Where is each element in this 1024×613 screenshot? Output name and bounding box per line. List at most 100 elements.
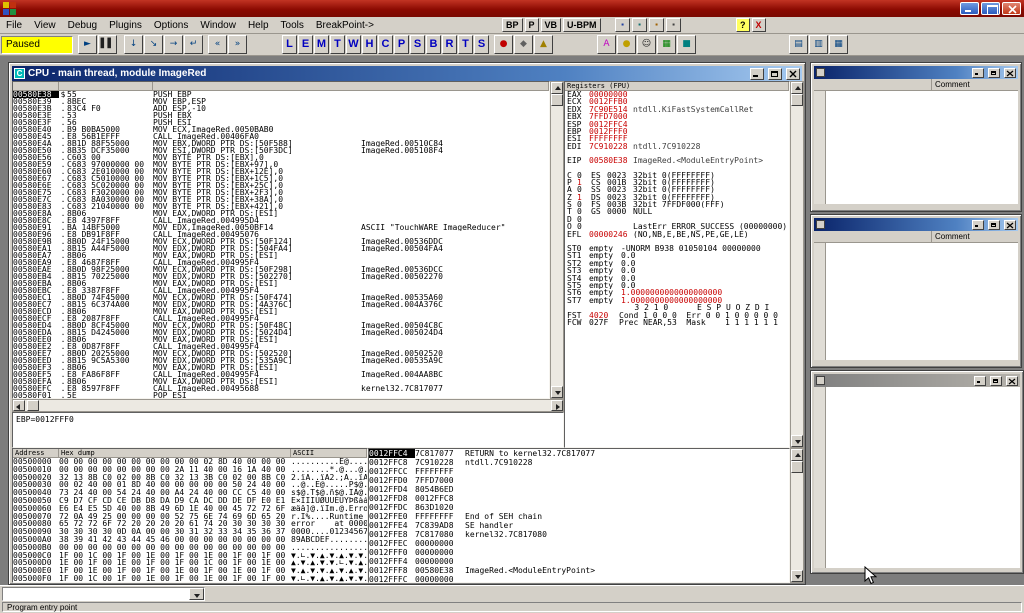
flag-row[interactable]: D0 bbox=[565, 216, 789, 223]
fpu-register-row[interactable]: ST5empty0.0 bbox=[565, 282, 789, 289]
dump-row[interactable]: 005000D01E 00 1F 00 1E 00 1F 00 1F 00 1C… bbox=[13, 559, 367, 567]
breakpoint-toolbar-button[interactable]: VB bbox=[541, 18, 562, 32]
view-letter-button[interactable]: C bbox=[378, 35, 393, 54]
stack-row[interactable]: 0012FFD48054B6ED bbox=[369, 485, 789, 494]
side3-maximize-button[interactable] bbox=[990, 376, 1002, 386]
flag-row[interactable]: C0ES002332bit 0(FFFFFFFF) bbox=[565, 172, 789, 179]
side2-scrollbar[interactable] bbox=[814, 243, 826, 360]
register-row[interactable]: EDI7C910228ntdll.7C910228 bbox=[565, 143, 789, 150]
register-row[interactable]: ESP0012FFC4 bbox=[565, 121, 789, 128]
scroll-thumb[interactable] bbox=[791, 461, 803, 473]
dump-row[interactable]: 00500060E6 E4 E5 5D 40 00 8B 49 6D 1E 40… bbox=[13, 505, 367, 513]
menu-item[interactable]: View bbox=[28, 18, 62, 33]
dump-row[interactable]: 005000E01F 00 1E 00 1F 00 1F 00 1E 00 1F… bbox=[13, 567, 367, 575]
side-window-1-titlebar[interactable] bbox=[814, 66, 1018, 79]
register-row[interactable]: EAX00000000 bbox=[565, 91, 789, 98]
menu-item[interactable]: Plugins bbox=[103, 18, 148, 33]
menu-item[interactable]: Tools bbox=[275, 18, 310, 33]
register-row[interactable]: EBP0012FFF0 bbox=[565, 128, 789, 135]
disasm-row[interactable]: 00580E40.B9 B0BA5000MOV ECX,ImageRed.005… bbox=[13, 126, 549, 133]
registers-vscrollbar[interactable] bbox=[790, 81, 804, 448]
menu-item[interactable]: BreakPoint-> bbox=[310, 18, 380, 33]
dump-row[interactable]: 005000A038 39 41 42 43 44 45 46 00 00 00… bbox=[13, 536, 367, 544]
disasm-row[interactable]: 00580ECD.8B06MOV EAX,DWORD PTR DS:[ESI] bbox=[13, 308, 549, 315]
view-letter-button[interactable]: B bbox=[426, 35, 441, 54]
animate-over-icon[interactable]: ↵ bbox=[184, 35, 203, 54]
disasm-row[interactable]: 00580E6E.C683 5C020000 00MOV BYTE PTR DS… bbox=[13, 182, 549, 189]
menu-item[interactable]: File bbox=[0, 18, 28, 33]
disasm-row[interactable]: 00580EC1.8B0D 74F45000MOV ECX,DWORD PTR … bbox=[13, 294, 549, 301]
view-letter-button[interactable]: R bbox=[442, 35, 457, 54]
stack-row[interactable]: 0012FFC47C817077RETURN to kernel32.7C817… bbox=[369, 449, 789, 458]
scroll-right-button[interactable] bbox=[551, 400, 563, 411]
disasm-row[interactable]: 00580E38$55PUSH EBP bbox=[13, 91, 549, 98]
disasm-row[interactable]: 00580ECF.E8 2087F8FFCALL ImageRed.004995… bbox=[13, 315, 549, 322]
scroll-thumb[interactable] bbox=[551, 94, 563, 106]
flag-row[interactable]: Z1DS002332bit 0(FFFFFFFF) bbox=[565, 194, 789, 201]
animate-into-icon[interactable]: → bbox=[164, 35, 183, 54]
disasm-row[interactable]: 00580EA1.8B15 A44F5000MOV EDX,DWORD PTR … bbox=[13, 245, 549, 252]
view-letter-button[interactable]: S bbox=[474, 35, 489, 54]
command-input[interactable] bbox=[3, 588, 189, 600]
side-window-2-titlebar[interactable] bbox=[814, 218, 1018, 231]
breakpoint-icon[interactable]: ● bbox=[494, 35, 513, 54]
smiley-icon[interactable]: ☺ bbox=[637, 35, 656, 54]
disasm-row[interactable]: 00580EF5.E8 FA86F8FFCALL ImageRed.004995… bbox=[13, 371, 549, 378]
disasm-row[interactable]: 00580EA7.8B06MOV EAX,DWORD PTR DS:[ESI] bbox=[13, 252, 549, 259]
disasm-row[interactable]: 00580EE7.8B0D 20255000MOV ECX,DWORD PTR … bbox=[13, 350, 549, 357]
dump-row[interactable]: 0050000000 00 00 00 00 00 00 00 00 00 02… bbox=[13, 458, 367, 466]
disasm-row[interactable]: 00580E91.BA 14BF5000MOV EDX,ImageRed.005… bbox=[13, 224, 549, 231]
stack-row[interactable]: 0012FFE47C839AD8SE handler bbox=[369, 521, 789, 530]
stack-row[interactable]: 0012FFD07FFD7000 bbox=[369, 476, 789, 485]
disasm-row[interactable]: 00580E7C.C683 8A030000 00MOV BYTE PTR DS… bbox=[13, 196, 549, 203]
dump-row[interactable]: 0050002032 13 8B C0 02 00 8B C0 32 13 3B… bbox=[13, 474, 367, 482]
register-row[interactable]: EBX7FFD7000 bbox=[565, 113, 789, 120]
stack-row[interactable]: 0012FFCCFFFFFFFF bbox=[369, 467, 789, 476]
misc-icon[interactable]: ▪ bbox=[666, 18, 681, 32]
stack-row[interactable]: 0012FFFC00000000 bbox=[369, 575, 789, 583]
fpu-register-row[interactable]: ST0empty-UNORM B938 01050104 00000000 bbox=[565, 245, 789, 252]
fst-row[interactable]: FST4020Cond 1 0 0 0 Err 0 0 1 0 0 0 0 0 … bbox=[565, 312, 789, 319]
side2-minimize-button[interactable] bbox=[972, 220, 984, 230]
disasm-row[interactable]: 00580ED4.8B0D 8CF45000MOV ECX,DWORD PTR … bbox=[13, 322, 549, 329]
flag-row[interactable]: S0FS003B32bit 7FFDF000(FFF) bbox=[565, 201, 789, 208]
view-letter-button[interactable]: E bbox=[298, 35, 313, 54]
side1-minimize-button[interactable] bbox=[972, 68, 984, 78]
cpu-maximize-button[interactable] bbox=[768, 68, 782, 80]
stack-row[interactable]: 0012FFD80012FFC8 bbox=[369, 494, 789, 503]
dump-row[interactable]: 0050001000 00 00 00 00 00 00 00 2A 11 40… bbox=[13, 466, 367, 474]
view-letter-button[interactable]: T bbox=[330, 35, 345, 54]
disasm-row[interactable]: 00580EE2.E8 0D87F8FFCALL ImageRed.004995… bbox=[13, 343, 549, 350]
disasm-row[interactable]: 00580E3F.56PUSH ESI bbox=[13, 119, 549, 126]
stack-row[interactable]: 0012FFE0FFFFFFFFEnd of SEH chain bbox=[369, 512, 789, 521]
disasm-row[interactable]: 00580E45.E8 56B1EFFFCALL ImageRed.00406F… bbox=[13, 133, 549, 140]
stack-row[interactable]: 0012FFDC863D1020 bbox=[369, 503, 789, 512]
run-icon[interactable]: ► bbox=[78, 35, 97, 54]
disasm-row[interactable]: 00580E75.C683 F3020000 00MOV BYTE PTR DS… bbox=[13, 189, 549, 196]
menu-item[interactable]: Help bbox=[242, 18, 275, 33]
flag-row[interactable]: T0GS0000NULL bbox=[565, 208, 789, 215]
dump-row[interactable]: 0050003000 02 40 00 01 8D 40 00 00 00 00… bbox=[13, 481, 367, 489]
run-trace-icon[interactable]: ▲ bbox=[534, 35, 553, 54]
disassembly-hscrollbar[interactable] bbox=[12, 399, 564, 412]
tile-windows-icon[interactable]: ▤ bbox=[789, 35, 808, 54]
menu-item[interactable]: Window bbox=[194, 18, 242, 33]
dump-row[interactable]: 005000C01F 00 1C 00 1F 00 1E 00 1F 00 1E… bbox=[13, 552, 367, 560]
disasm-row[interactable]: 00580E8A.8B06MOV EAX,DWORD PTR DS:[ESI] bbox=[13, 210, 549, 217]
stack-row[interactable]: 0012FFEC00000000 bbox=[369, 539, 789, 548]
fpu-register-row[interactable]: ST4empty0.0 bbox=[565, 275, 789, 282]
combo-dropdown-button[interactable] bbox=[189, 588, 204, 600]
eip-register-row[interactable]: EIP00580E38ImageRed.<ModuleEntryPoint> bbox=[565, 157, 789, 164]
disasm-row[interactable]: 00580EFA.8B06MOV EAX,DWORD PTR DS:[ESI] bbox=[13, 378, 549, 385]
side1-close-button[interactable] bbox=[1004, 68, 1016, 78]
help-icon[interactable]: ? bbox=[736, 18, 750, 32]
side3-minimize-button[interactable] bbox=[974, 376, 986, 386]
view-letter-button[interactable]: L bbox=[282, 35, 297, 54]
disasm-row[interactable]: 00580EFC.E8 8597F8FFCALL ImageRed.004956… bbox=[13, 385, 549, 392]
dump-row[interactable]: 0050004073 24 40 00 54 24 40 00 A4 24 40… bbox=[13, 489, 367, 497]
dump-row[interactable]: 00500050C9 D7 CF CD CE DB D8 DA D9 CA DC… bbox=[13, 497, 367, 505]
disasm-row[interactable]: 00580E4A.8B1D 88F55000MOV EBX,DWORD PTR … bbox=[13, 140, 549, 147]
disasm-row[interactable]: 00580EC7.8B15 6C374A00MOV EDX,DWORD PTR … bbox=[13, 301, 549, 308]
disasm-row[interactable]: 00580E39.8BECMOV EBP,ESP bbox=[13, 98, 549, 105]
stack-vscrollbar[interactable] bbox=[790, 448, 804, 583]
